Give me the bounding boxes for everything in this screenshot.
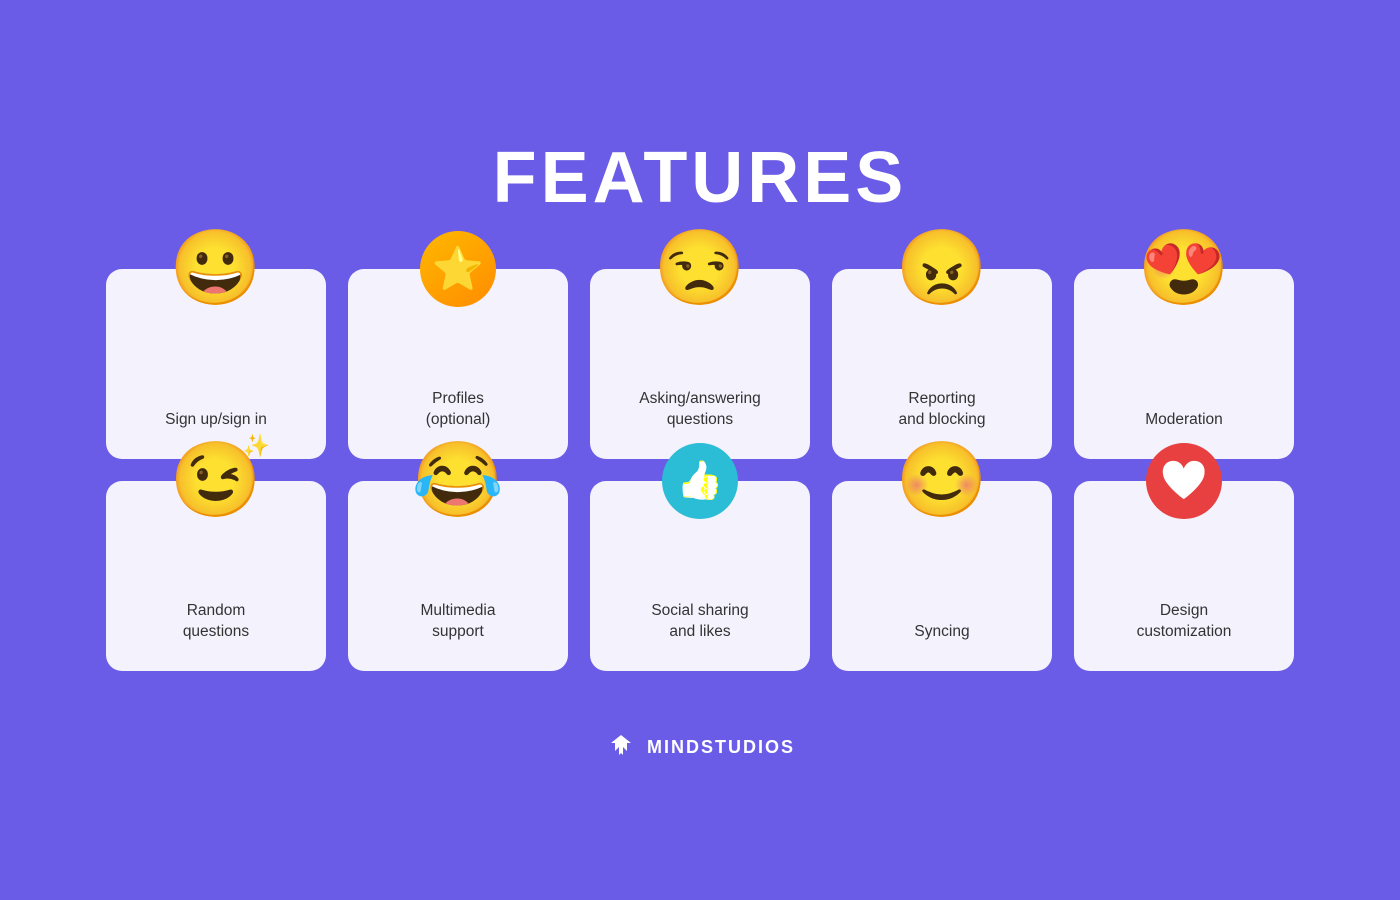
syncing-icon: 😊 bbox=[896, 443, 988, 517]
syncing-label: Syncing bbox=[914, 621, 969, 643]
profiles-icon: ⭐ bbox=[420, 231, 496, 307]
feature-card-sign-up: 😀 Sign up/sign in bbox=[106, 269, 326, 459]
asking-label: Asking/answeringquestions bbox=[639, 388, 760, 431]
feature-card-moderation: 😍 Moderation bbox=[1074, 269, 1294, 459]
multimedia-icon: 😂 bbox=[412, 443, 504, 517]
page-title: FEATURES bbox=[493, 137, 908, 219]
social-icon: 👍 bbox=[662, 443, 738, 519]
features-grid: 😀 Sign up/sign in ⭐ Profiles(optional) 😒… bbox=[106, 269, 1294, 671]
profiles-label: Profiles(optional) bbox=[426, 388, 491, 431]
multimedia-label: Multimediasupport bbox=[421, 600, 496, 643]
feature-card-social: 👍 Social sharingand likes bbox=[590, 481, 810, 671]
mindstudios-logo bbox=[605, 731, 637, 763]
feature-card-asking: 😒 Asking/answeringquestions bbox=[590, 269, 810, 459]
feature-card-random: 😉✨ Randomquestions bbox=[106, 481, 326, 671]
design-icon: ❤️ bbox=[1146, 443, 1222, 519]
footer: MINDSTUDIOS bbox=[605, 731, 795, 763]
reporting-label: Reportingand blocking bbox=[898, 388, 985, 431]
moderation-icon: 😍 bbox=[1138, 231, 1230, 305]
sign-up-label: Sign up/sign in bbox=[165, 409, 267, 431]
random-icon: 😉✨ bbox=[170, 443, 262, 517]
social-label: Social sharingand likes bbox=[651, 600, 748, 643]
reporting-icon: 😠 bbox=[896, 231, 988, 305]
feature-card-multimedia: 😂 Multimediasupport bbox=[348, 481, 568, 671]
moderation-label: Moderation bbox=[1145, 409, 1223, 431]
feature-card-profiles: ⭐ Profiles(optional) bbox=[348, 269, 568, 459]
design-label: Designcustomization bbox=[1137, 600, 1232, 643]
feature-card-syncing: 😊 Syncing bbox=[832, 481, 1052, 671]
asking-icon: 😒 bbox=[654, 231, 746, 305]
feature-card-design: ❤️ Designcustomization bbox=[1074, 481, 1294, 671]
random-label: Randomquestions bbox=[183, 600, 249, 643]
sign-up-icon: 😀 bbox=[170, 231, 262, 305]
brand-name: MINDSTUDIOS bbox=[647, 737, 795, 758]
feature-card-reporting: 😠 Reportingand blocking bbox=[832, 269, 1052, 459]
